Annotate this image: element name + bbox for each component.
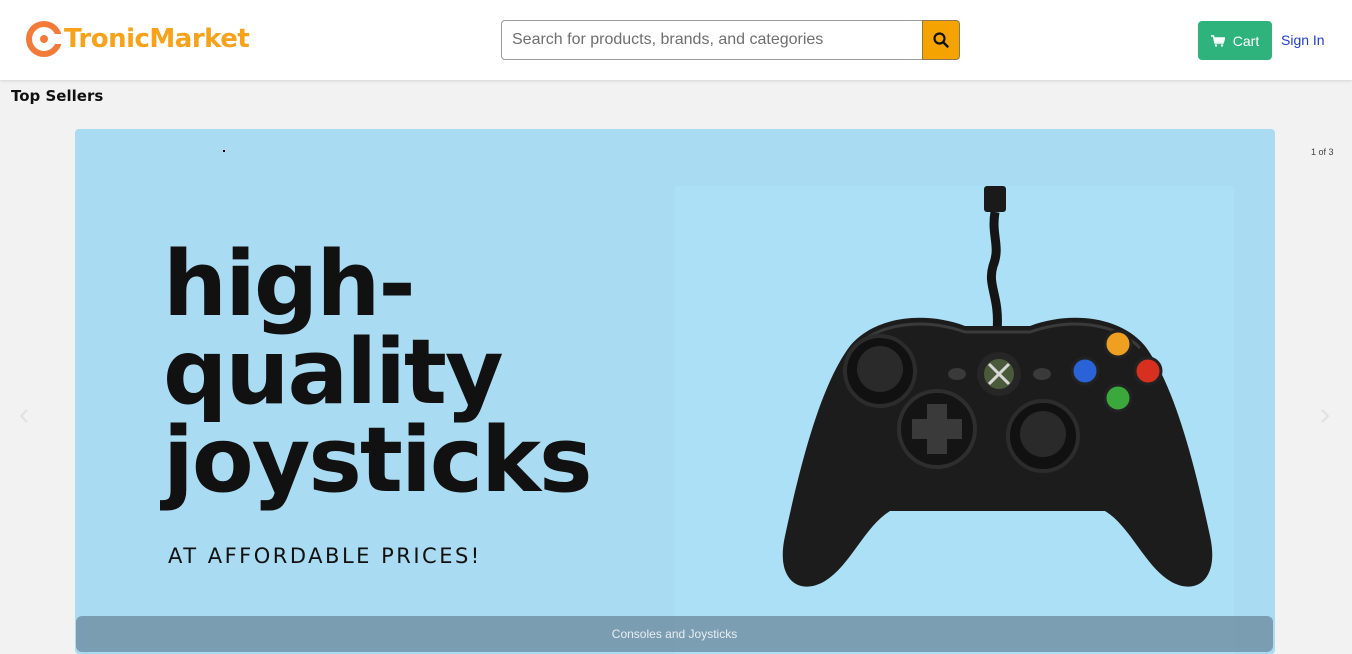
headline-line-3: joysticks <box>163 408 593 513</box>
slide-subline: AT AFFORDABLE PRICES! <box>168 544 482 568</box>
headline-line-1: high- <box>163 232 416 337</box>
site-header: TronicMarket Cart Sign In <box>0 0 1352 80</box>
carousel-next-button[interactable] <box>1318 405 1332 427</box>
search-button[interactable] <box>922 20 960 60</box>
chevron-left-icon <box>20 409 28 423</box>
carousel-prev-button[interactable] <box>17 405 31 427</box>
cart-label: Cart <box>1232 32 1260 49</box>
sign-in-link[interactable]: Sign In <box>1281 32 1325 48</box>
section-title: Top Sellers <box>11 87 104 105</box>
slide-headline: high- quality joysticks <box>163 232 623 513</box>
headline-line-2: quality <box>163 320 504 425</box>
slide-caption: Consoles and Joysticks <box>76 616 1273 652</box>
slide-counter: 1 of 3 <box>1311 147 1334 157</box>
cart-button[interactable]: Cart <box>1198 21 1272 60</box>
cart-icon <box>1210 34 1225 47</box>
carousel-slide[interactable]: high- quality joysticks AT AFFORDABLE PR… <box>75 129 1275 654</box>
logo-icon <box>26 21 64 57</box>
brand-name: TronicMarket <box>64 24 250 54</box>
controller-illustration <box>782 186 1213 587</box>
search-icon <box>933 32 949 48</box>
search-input[interactable] <box>501 20 923 60</box>
decorative-dot <box>223 150 225 152</box>
brand-logo[interactable]: TronicMarket <box>24 18 250 60</box>
game-controller-image <box>675 186 1234 654</box>
chevron-right-icon <box>1321 409 1329 423</box>
